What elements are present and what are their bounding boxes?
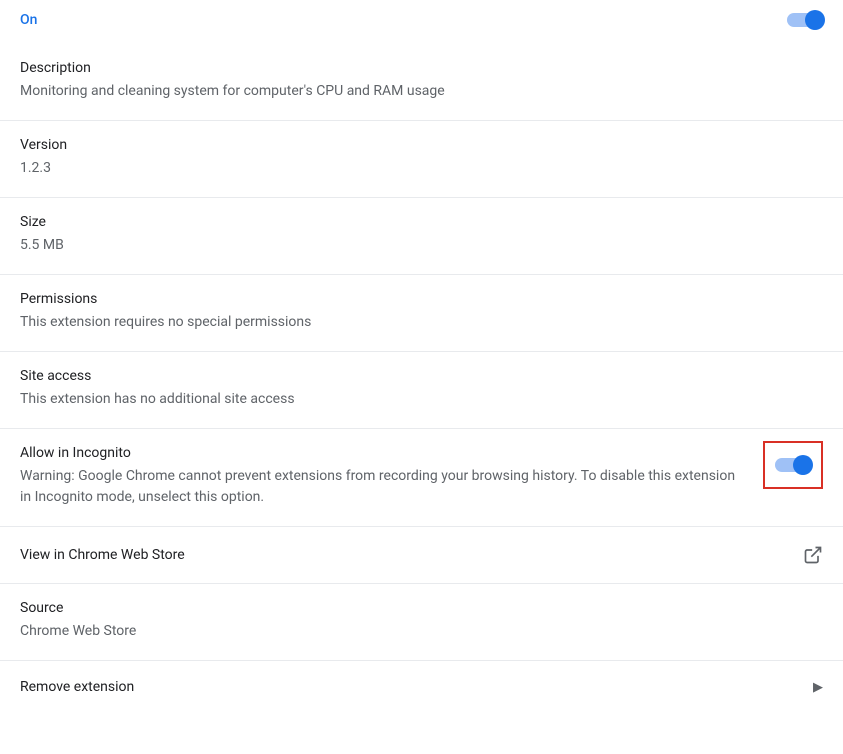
remove-title: Remove extension [20, 679, 134, 695]
source-title: Source [20, 600, 823, 616]
source-section: Source Chrome Web Store [0, 584, 843, 661]
description-value: Monitoring and cleaning system for compu… [20, 81, 823, 102]
site-access-title: Site access [20, 368, 823, 384]
on-label: On [20, 12, 37, 28]
view-webstore-row[interactable]: View in Chrome Web Store [0, 527, 843, 584]
description-title: Description [20, 60, 823, 76]
permissions-title: Permissions [20, 291, 823, 307]
incognito-section: Allow in Incognito Warning: Google Chrom… [0, 429, 843, 527]
webstore-title: View in Chrome Web Store [20, 547, 185, 563]
remove-extension-row[interactable]: Remove extension ▶ [0, 661, 843, 709]
on-row: On [0, 0, 843, 44]
incognito-warning: Warning: Google Chrome cannot prevent ex… [20, 466, 740, 508]
size-value: 5.5 MB [20, 235, 823, 256]
permissions-value: This extension requires no special permi… [20, 312, 823, 333]
permissions-section: Permissions This extension requires no s… [0, 275, 843, 352]
incognito-title: Allow in Incognito [20, 445, 740, 461]
source-value: Chrome Web Store [20, 621, 823, 642]
version-title: Version [20, 137, 823, 153]
version-value: 1.2.3 [20, 158, 823, 179]
highlight-box [763, 441, 823, 489]
enable-toggle[interactable] [787, 10, 823, 30]
site-access-section: Site access This extension has no additi… [0, 352, 843, 429]
size-section: Size 5.5 MB [0, 198, 843, 275]
external-link-icon [803, 545, 823, 565]
chevron-right-icon: ▶ [813, 680, 823, 695]
size-title: Size [20, 214, 823, 230]
version-section: Version 1.2.3 [0, 121, 843, 198]
site-access-value: This extension has no additional site ac… [20, 389, 823, 410]
description-section: Description Monitoring and cleaning syst… [0, 44, 843, 121]
incognito-toggle[interactable] [775, 455, 811, 475]
